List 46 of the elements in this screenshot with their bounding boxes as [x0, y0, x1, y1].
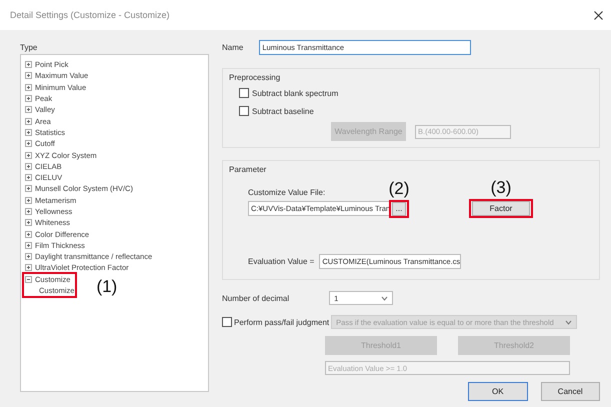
factor-button[interactable]: Factor	[472, 201, 530, 216]
highlight-frame	[22, 272, 78, 298]
cancel-button[interactable]: Cancel	[540, 382, 600, 401]
expand-icon[interactable]	[25, 118, 32, 125]
checkbox[interactable]	[239, 88, 249, 98]
checkbox[interactable]	[239, 106, 249, 116]
ok-button[interactable]: OK	[468, 382, 528, 401]
expand-icon[interactable]	[25, 84, 32, 91]
expand-icon[interactable]	[25, 174, 32, 182]
group-title: Parameter	[229, 165, 268, 174]
checkbox-label: Subtract baseline	[252, 106, 314, 116]
expand-icon[interactable]	[25, 61, 32, 68]
file-label: Customize Value File:	[248, 188, 326, 197]
callout-label: (3)	[490, 178, 512, 198]
chevron-icon	[565, 320, 572, 324]
browse-button[interactable]: ...	[392, 202, 406, 216]
checkbox-label: Subtract blank spectrum	[252, 88, 338, 98]
highlight-frame	[389, 200, 409, 218]
window-title: Detail Settings (Customize - Customize)	[10, 10, 170, 20]
expand-icon[interactable]	[25, 152, 32, 159]
checkbox-label: Perform pass/fail judgment	[234, 318, 330, 326]
chevron-icon	[381, 296, 388, 300]
expand-icon[interactable]	[25, 230, 32, 238]
highlight-frame	[469, 199, 533, 218]
close-icon[interactable]	[594, 10, 603, 20]
expand-icon[interactable]	[25, 95, 32, 102]
decimal-label: Number of decimal	[222, 294, 290, 302]
callout-label: (1)	[96, 276, 118, 297]
expand-icon[interactable]	[25, 264, 32, 272]
expand-icon[interactable]	[25, 106, 32, 114]
evaluation-label: Evaluation Value =	[248, 257, 314, 266]
expand-icon[interactable]	[25, 208, 32, 215]
expand-icon[interactable]	[25, 162, 32, 170]
expand-icon[interactable]	[25, 128, 32, 136]
expand-icon[interactable]	[25, 253, 32, 260]
expand-icon[interactable]	[25, 72, 32, 80]
expand-icon[interactable]	[25, 242, 32, 249]
callout-label: (2)	[388, 178, 410, 198]
name-label: Name	[222, 43, 244, 52]
group-title: Preprocessing	[229, 73, 282, 82]
collapse-icon[interactable]	[25, 276, 32, 283]
expand-icon[interactable]	[25, 140, 32, 148]
expand-icon[interactable]	[25, 196, 32, 204]
type-label: Type	[20, 43, 38, 52]
expand-icon[interactable]	[25, 219, 32, 226]
expand-icon[interactable]	[25, 185, 32, 192]
